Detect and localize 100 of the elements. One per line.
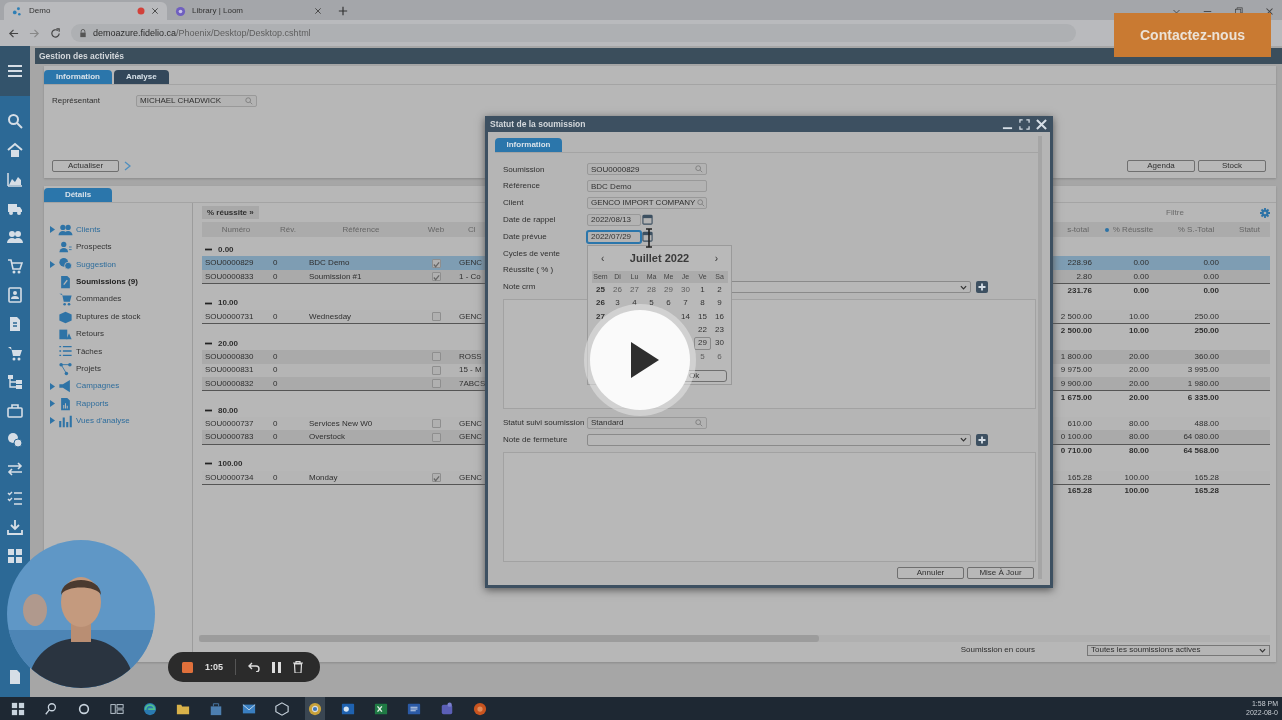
swap-arrows-icon[interactable] bbox=[7, 461, 23, 477]
mail-icon[interactable] bbox=[242, 701, 256, 716]
dialog-button[interactable]: Annuler bbox=[897, 567, 964, 579]
coins-icon[interactable] bbox=[7, 432, 23, 448]
undo-icon[interactable] bbox=[248, 662, 260, 672]
checkbox[interactable] bbox=[431, 379, 441, 389]
search-icon[interactable] bbox=[44, 701, 58, 716]
text-field[interactable]: BDC Demo bbox=[587, 180, 707, 193]
menu-icon[interactable] bbox=[7, 64, 23, 78]
lookup-field[interactable]: SOU0000829 bbox=[587, 163, 707, 176]
checklist-icon[interactable] bbox=[7, 490, 23, 506]
calendar-icon[interactable] bbox=[642, 231, 653, 243]
action-button[interactable]: Stock bbox=[1198, 160, 1266, 172]
calendar-day[interactable]: 7 bbox=[677, 296, 694, 310]
lookup-field[interactable]: Standard bbox=[587, 416, 707, 429]
plus-icon[interactable] bbox=[338, 6, 348, 16]
calendar-day[interactable]: 29 bbox=[660, 283, 677, 297]
tree-item[interactable]: Retours bbox=[50, 325, 192, 343]
status-dropdown[interactable]: Toutes les soumissions actives bbox=[1087, 644, 1270, 656]
calendar-day[interactable]: 23 bbox=[711, 323, 728, 337]
close-icon[interactable] bbox=[314, 7, 322, 15]
checkbox[interactable] bbox=[431, 432, 441, 442]
users-icon[interactable] bbox=[7, 229, 23, 245]
search-icon[interactable] bbox=[7, 113, 23, 129]
ring-icon[interactable] bbox=[308, 701, 322, 716]
checkbox[interactable] bbox=[431, 312, 441, 322]
back-arrow-icon[interactable] bbox=[8, 27, 19, 39]
mail-tile-icon[interactable] bbox=[341, 701, 355, 716]
maximize-icon[interactable] bbox=[1019, 118, 1030, 130]
calendar-day[interactable]: 1 bbox=[694, 283, 711, 297]
pause-icon[interactable] bbox=[272, 661, 281, 673]
next-month-button[interactable]: › bbox=[711, 253, 721, 265]
refresh-button[interactable]: Actualiser bbox=[52, 160, 119, 172]
dialog-button[interactable]: Mise À Jour bbox=[967, 567, 1034, 579]
previous-month-button[interactable]: ‹ bbox=[598, 253, 608, 265]
cart-icon[interactable] bbox=[7, 258, 23, 274]
document-icon[interactable] bbox=[8, 669, 22, 685]
date-field[interactable]: 2022/08/13 bbox=[587, 213, 641, 226]
tree-item[interactable]: Projets bbox=[50, 360, 192, 378]
stop-button[interactable] bbox=[182, 661, 193, 673]
calendar-icon[interactable] bbox=[642, 214, 653, 226]
lookup-field[interactable]: GENCO IMPORT COMPANY bbox=[587, 197, 707, 209]
checkbox[interactable] bbox=[431, 258, 441, 268]
cube-icon[interactable] bbox=[275, 701, 289, 716]
calendar-day[interactable]: 6 bbox=[711, 349, 728, 364]
tree-item[interactable]: Soumissions (9) bbox=[50, 273, 192, 291]
people-tile-icon[interactable] bbox=[440, 701, 454, 716]
close-icon[interactable] bbox=[151, 7, 159, 15]
calendar-day[interactable]: 3 bbox=[609, 296, 626, 310]
calendar-day[interactable]: 8 bbox=[694, 296, 711, 310]
calendar-day[interactable]: 28 bbox=[643, 283, 660, 297]
tree-item[interactable]: Prospects bbox=[50, 238, 192, 256]
disc-icon[interactable] bbox=[473, 701, 487, 716]
calendar-day[interactable]: 30 bbox=[677, 283, 694, 297]
swirl-icon[interactable] bbox=[143, 701, 157, 716]
tree-item[interactable]: Ruptures de stock bbox=[50, 307, 192, 326]
home-icon[interactable] bbox=[7, 142, 23, 158]
download-icon[interactable] bbox=[7, 519, 23, 535]
briefcase-icon[interactable] bbox=[7, 403, 23, 419]
grid-icon[interactable] bbox=[7, 548, 23, 564]
address-field[interactable]: demoazure.fidelio.ca/Phoenix/Desktop/Desktop.cshtml bbox=[71, 24, 1076, 42]
checkbox[interactable] bbox=[431, 365, 441, 375]
calendar-day[interactable]: 15 bbox=[694, 309, 711, 324]
calendar-day[interactable]: 5 bbox=[694, 349, 711, 364]
add-button[interactable] bbox=[976, 433, 988, 446]
store-icon[interactable] bbox=[209, 701, 223, 716]
grid-tile-icon[interactable] bbox=[374, 701, 388, 716]
checkbox[interactable] bbox=[431, 352, 441, 362]
calendar-day[interactable]: 22 bbox=[694, 323, 711, 337]
start-icon[interactable] bbox=[11, 701, 25, 716]
reload-icon[interactable] bbox=[50, 27, 61, 39]
tab[interactable]: Information bbox=[495, 138, 562, 153]
area-chart-icon[interactable] bbox=[7, 171, 23, 187]
calendar-day[interactable]: 16 bbox=[711, 309, 728, 324]
checkbox[interactable] bbox=[431, 419, 441, 429]
browser-tab[interactable]: Demo bbox=[4, 2, 167, 20]
settings-icon[interactable] bbox=[1260, 207, 1270, 218]
tab[interactable]: Analyse bbox=[114, 70, 169, 84]
calendar-day[interactable]: 4 bbox=[626, 296, 643, 310]
date-field[interactable]: 2022/07/29 bbox=[587, 230, 641, 243]
action-button[interactable]: Agenda bbox=[1127, 160, 1195, 172]
checkbox[interactable] bbox=[431, 472, 441, 482]
lookup-field[interactable]: MICHAEL CHADWICK bbox=[136, 95, 257, 107]
browser-tab[interactable]: Library | Loom bbox=[167, 2, 330, 20]
trash-icon[interactable] bbox=[293, 661, 303, 673]
task-view-icon[interactable] bbox=[110, 701, 124, 716]
calendar-day[interactable]: 2 bbox=[711, 283, 728, 297]
dropdown-field[interactable] bbox=[587, 433, 971, 446]
contact-card-icon[interactable] bbox=[7, 287, 23, 303]
circle-icon[interactable] bbox=[77, 701, 91, 716]
invoice-icon[interactable] bbox=[7, 316, 23, 332]
hierarchy-icon[interactable] bbox=[7, 374, 23, 390]
page-tile-icon[interactable] bbox=[407, 701, 421, 716]
calendar-day[interactable]: 5 bbox=[643, 296, 660, 310]
add-button[interactable] bbox=[976, 281, 988, 293]
calendar-day[interactable]: 6 bbox=[660, 296, 677, 310]
calendar-day[interactable]: 30 bbox=[711, 336, 728, 350]
tab[interactable]: Information bbox=[44, 70, 112, 84]
tree-item[interactable]: Commandes bbox=[50, 290, 192, 308]
calendar-day[interactable]: 9 bbox=[711, 296, 728, 310]
